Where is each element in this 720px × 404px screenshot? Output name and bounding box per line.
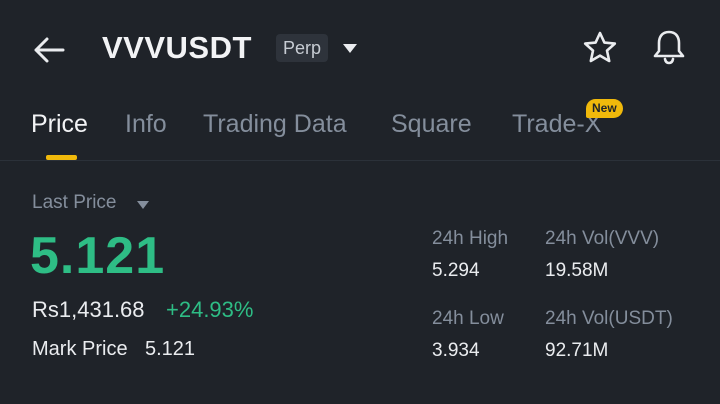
caret-down-icon [343,44,357,53]
symbol-title[interactable]: VVVUSDT [102,28,252,68]
caret-down-icon [137,201,149,209]
tab-price[interactable]: Price [31,108,88,140]
low-24h-value: 3.934 [432,340,480,361]
vol-quote-24h-label: 24h Vol(USDT) [545,308,673,329]
high-24h-value: 5.294 [432,260,480,281]
last-price-value: 5.121 [30,227,166,285]
new-badge: New [586,99,623,118]
tab-info[interactable]: Info [125,108,167,140]
last-price-caret[interactable] [136,197,150,209]
tabs-divider [0,160,720,161]
tab-square[interactable]: Square [391,108,472,140]
low-24h-label: 24h Low [432,308,504,329]
symbol-selector-button[interactable] [340,40,360,56]
vol-base-24h-value: 19.58M [545,260,609,281]
last-price-selector[interactable]: Last Price [32,191,116,215]
contract-type-badge: Perp [276,34,329,62]
mark-price-value: 5.121 [145,338,196,360]
tab-trading-data[interactable]: Trading Data [203,108,347,140]
back-button[interactable] [28,30,70,70]
vol-base-24h-label: 24h Vol(VVV) [545,228,660,249]
price-change-percent: +24.93% [166,297,254,322]
high-24h-label: 24h High [432,228,509,249]
mark-price-label: Mark Price [32,338,128,360]
favorite-button[interactable] [580,28,620,68]
star-icon [583,31,617,63]
fiat-price: Rs1,431.68 [32,297,145,322]
vol-quote-24h-value: 92.71M [545,340,609,361]
bell-icon [653,30,685,65]
price-alert-button[interactable] [648,26,690,68]
back-arrow-icon [34,37,65,63]
